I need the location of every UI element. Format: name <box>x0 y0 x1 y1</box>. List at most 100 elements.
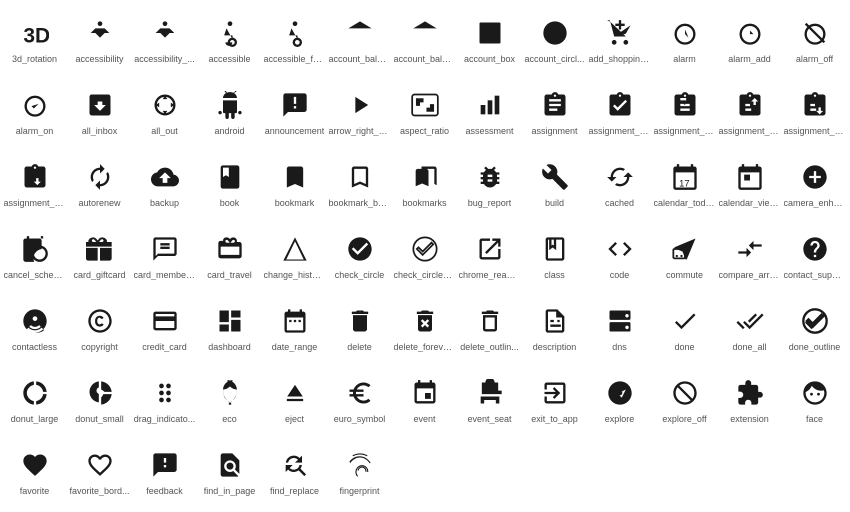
icon-item-assignment_re_[interactable]: assignment_re... <box>782 76 847 148</box>
icon-item-date_range[interactable]: date_range <box>262 292 327 364</box>
icon-item-event_seat[interactable]: event_seat <box>457 364 522 436</box>
icon-item-assessment[interactable]: assessment <box>457 76 522 148</box>
icon-item-account_balan_[interactable]: account_balan... <box>392 4 457 76</box>
icon-item-aspect_ratio[interactable]: aspect_ratio <box>392 76 457 148</box>
icon-item-credit_card[interactable]: credit_card <box>132 292 197 364</box>
icon-item-contactless[interactable]: contactless <box>2 292 67 364</box>
icon-item-accessible[interactable]: accessible <box>197 4 262 76</box>
icon-item-done[interactable]: done <box>652 292 717 364</box>
icon-item-android[interactable]: android <box>197 76 262 148</box>
icon-item-dashboard[interactable]: dashboard <box>197 292 262 364</box>
icon-item-calendar_toda[interactable]: 17calendar_toda... <box>652 148 717 220</box>
icon-item-3d_rotation[interactable]: 3D3d_rotation <box>2 4 67 76</box>
icon-item-done_all[interactable]: done_all <box>717 292 782 364</box>
alarm_add-label: alarm_add <box>728 54 771 65</box>
icon-item-camera_enhanc[interactable]: camera_enhanc... <box>782 148 847 220</box>
icon-item-accessible_fo[interactable]: accessible_fo... <box>262 4 327 76</box>
icon-item-euro_symbol[interactable]: euro_symbol <box>327 364 392 436</box>
icon-item-bookmark[interactable]: bookmark <box>262 148 327 220</box>
icon-item-feedback[interactable]: feedback <box>132 436 197 508</box>
icon-item-dns[interactable]: dns <box>587 292 652 364</box>
icon-item-delete_outlin[interactable]: delete_outlin... <box>457 292 522 364</box>
icon-item-cancel_schedu[interactable]: cancel_schedu... <box>2 220 67 292</box>
icon-item-assignment_tu[interactable]: assignment_tu... <box>2 148 67 220</box>
icon-item-description[interactable]: description <box>522 292 587 364</box>
description-icon <box>541 304 569 338</box>
icon-item-cached[interactable]: cached <box>587 148 652 220</box>
icon-item-event[interactable]: event <box>392 364 457 436</box>
icon-item-card_giftcard[interactable]: card_giftcard <box>67 220 132 292</box>
icon-item-bookmark_bord[interactable]: bookmark_bord... <box>327 148 392 220</box>
icon-item-all_out[interactable]: all_out <box>132 76 197 148</box>
commute-label: commute <box>666 270 703 281</box>
assignment_la-label: assignment_la... <box>654 126 716 137</box>
icon-item-alarm_on[interactable]: alarm_on <box>2 76 67 148</box>
icon-item-donut_large[interactable]: donut_large <box>2 364 67 436</box>
all_inbox-label: all_inbox <box>82 126 118 137</box>
icon-item-check_circle_[interactable]: check_circle_... <box>392 220 457 292</box>
icon-item-favorite[interactable]: favorite <box>2 436 67 508</box>
icon-item-assignment_la[interactable]: ↩assignment_la... <box>652 76 717 148</box>
icon-item-alarm_off[interactable]: alarm_off <box>782 4 847 76</box>
icon-item-all_inbox[interactable]: all_inbox <box>67 76 132 148</box>
icon-item-class[interactable]: class <box>522 220 587 292</box>
donut_small-icon <box>86 376 114 410</box>
icon-item-card_membersh[interactable]: card_membersh... <box>132 220 197 292</box>
icon-item-check_circle[interactable]: check_circle <box>327 220 392 292</box>
icon-item-face[interactable]: face <box>782 364 847 436</box>
icon-item-book[interactable]: book <box>197 148 262 220</box>
feedback-icon <box>151 448 179 482</box>
favorite_bord-label: favorite_bord... <box>69 486 129 497</box>
icon-item-announcement[interactable]: announcement <box>262 76 327 148</box>
icon-item-fingerprint[interactable]: fingerprint <box>327 436 392 508</box>
icon-item-account_box[interactable]: account_box <box>457 4 522 76</box>
icon-item-eco[interactable]: eco <box>197 364 262 436</box>
icon-item-assignment_re[interactable]: assignment_re... <box>717 76 782 148</box>
icon-item-drag_indicato[interactable]: drag_indicato... <box>132 364 197 436</box>
icon-item-backup[interactable]: backup <box>132 148 197 220</box>
bug_report-label: bug_report <box>468 198 512 209</box>
icon-item-done_outline[interactable]: done_outline <box>782 292 847 364</box>
drag_indicato-label: drag_indicato... <box>134 414 196 425</box>
icon-item-accessibility_[interactable]: accessibility_... <box>132 4 197 76</box>
icon-item-explore_off[interactable]: explore_off <box>652 364 717 436</box>
icon-item-commute[interactable]: commute <box>652 220 717 292</box>
icon-item-calendar_view[interactable]: calendar_view... <box>717 148 782 220</box>
icon-item-alarm_add[interactable]: alarm_add <box>717 4 782 76</box>
icon-item-eject[interactable]: eject <box>262 364 327 436</box>
account_balan_-icon <box>411 16 439 50</box>
icon-item-contact_suppo[interactable]: contact_suppo... <box>782 220 847 292</box>
icon-item-copyright[interactable]: copyright <box>67 292 132 364</box>
svg-text:3D: 3D <box>23 24 49 47</box>
icon-item-delete_foreve[interactable]: delete_foreve... <box>392 292 457 364</box>
icon-item-autorenew[interactable]: autorenew <box>67 148 132 220</box>
icon-item-accessibility[interactable]: accessibility <box>67 4 132 76</box>
icon-item-explore[interactable]: explore <box>587 364 652 436</box>
icon-item-chrome_reader[interactable]: chrome_reader... <box>457 220 522 292</box>
icon-item-favorite_bord[interactable]: favorite_bord... <box>67 436 132 508</box>
icon-item-compare_arrow[interactable]: compare_arrow... <box>717 220 782 292</box>
commute-icon <box>671 232 699 266</box>
icon-item-exit_to_app[interactable]: exit_to_app <box>522 364 587 436</box>
icon-item-add_shopping[interactable]: add_shopping_... <box>587 4 652 76</box>
icon-item-account_balan[interactable]: account_balan... <box>327 4 392 76</box>
icon-item-bookmarks[interactable]: bookmarks <box>392 148 457 220</box>
icon-item-assignment[interactable]: assignment <box>522 76 587 148</box>
icon-item-bug_report[interactable]: bug_report <box>457 148 522 220</box>
icon-item-card_travel[interactable]: card_travel <box>197 220 262 292</box>
check_circle_-icon <box>411 232 439 266</box>
icon-item-delete[interactable]: delete <box>327 292 392 364</box>
icon-item-find_replace[interactable]: find_replace <box>262 436 327 508</box>
calendar_view-label: calendar_view... <box>719 198 781 209</box>
icon-item-extension[interactable]: extension <box>717 364 782 436</box>
icon-item-change_histor[interactable]: change_histor... <box>262 220 327 292</box>
icon-item-donut_small[interactable]: donut_small <box>67 364 132 436</box>
icon-item-account_circl[interactable]: account_circl... <box>522 4 587 76</box>
icon-item-code[interactable]: code <box>587 220 652 292</box>
icon-item-alarm[interactable]: alarm <box>652 4 717 76</box>
icon-item-assignment_in[interactable]: assignment_in... <box>587 76 652 148</box>
icon-item-find_in_page[interactable]: find_in_page <box>197 436 262 508</box>
icon-item-arrow_right_a[interactable]: arrow_right_a... <box>327 76 392 148</box>
icon-item-build[interactable]: build <box>522 148 587 220</box>
extension-icon <box>736 376 764 410</box>
